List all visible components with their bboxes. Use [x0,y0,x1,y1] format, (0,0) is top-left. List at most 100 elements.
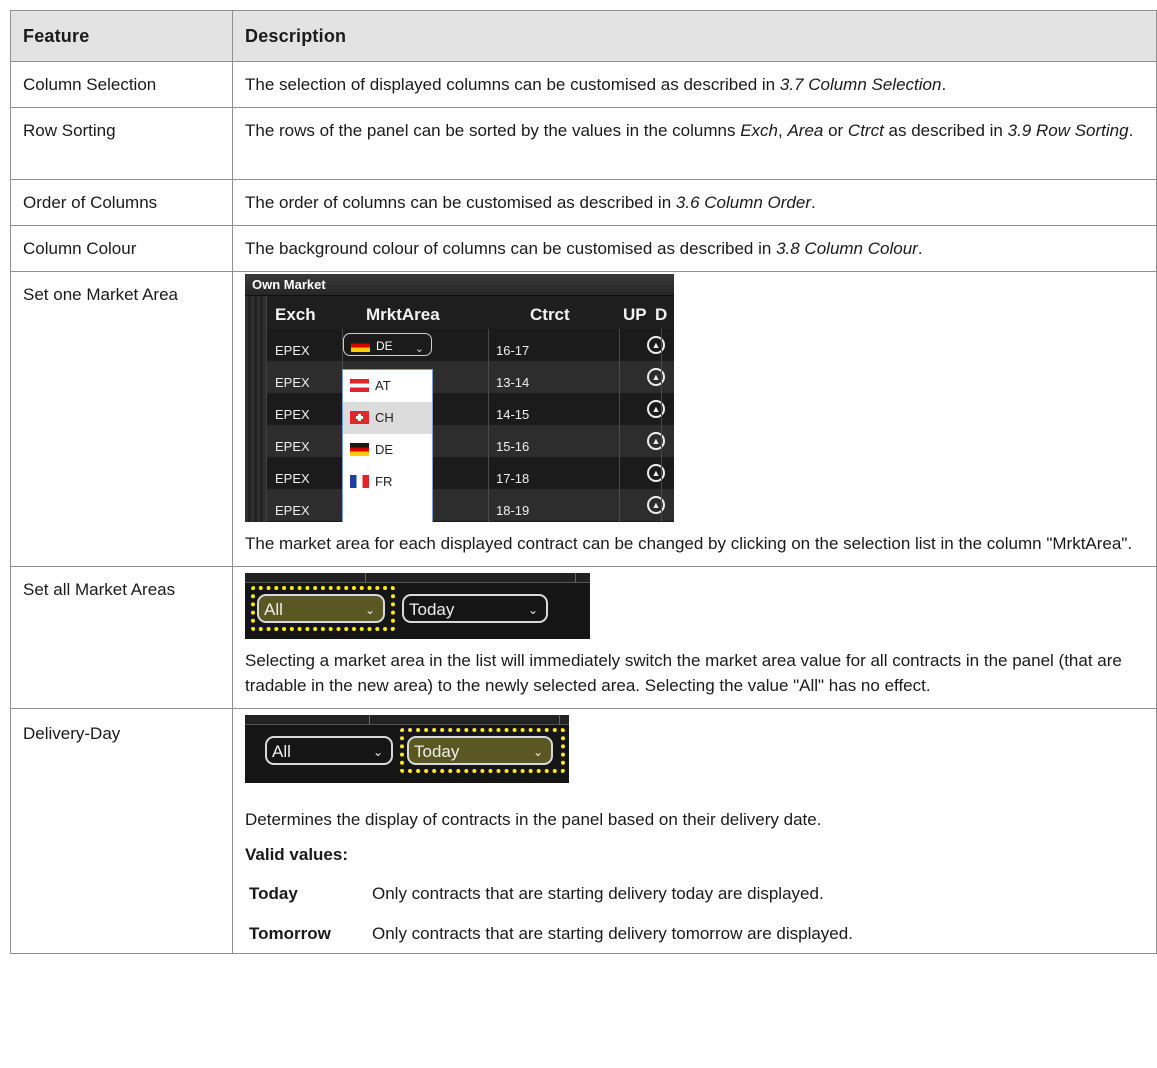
exch-cell: EPEX [275,375,310,390]
column-name: Ctrct [847,121,884,140]
column-header-mrktarea: MrktArea [366,305,440,324]
table-row: Set one Market Area Own Market Exch Mrkt… [10,271,1157,567]
ctrct-cell: 16-17 [496,343,530,358]
ctrct-cell: 15-16 [496,439,530,454]
description-text: The background colour of columns can be … [245,239,777,258]
column-header-ctrct: Ctrct [530,305,570,324]
up-arrow-icon[interactable]: ▲ [647,496,665,514]
column-divider [559,715,560,725]
description-cell: All ⌄ Today ⌄ Determines the display of co… [232,708,1157,954]
exch-cell: EPEX [275,471,310,486]
market-area-select[interactable]: DE ⌄ [343,333,432,356]
exch-cell: EPEX [275,503,310,518]
own-market-screenshot: Own Market Exch MrktArea Ctrct UP D EPEX… [245,274,674,522]
panel-row: EPEX DE⌄ 18-19 ▲ [267,489,674,521]
option-label: FR [375,474,393,489]
column-header-up: UP [623,305,647,324]
dropdown-option-de[interactable]: DE [343,434,432,466]
panel-row: EPEX DE ⌄ 16-17 ▲ [267,329,674,361]
column-divider [369,715,370,725]
exch-cell: EPEX [275,407,310,422]
section-reference-link[interactable]: 3.7 Column Selection [780,75,942,94]
exch-cell: EPEX [275,439,310,454]
filter-bar-screenshot: All ⌄ Today ⌄ [245,573,590,639]
description-cell: The selection of displayed columns can b… [232,61,1157,108]
column-divider [619,329,620,522]
table-row: Set all Market Areas All ⌄ Today ⌄ Selecti… [10,566,1157,709]
value-description: Only contracts that are starting deliver… [372,923,853,943]
description-cell: All ⌄ Today ⌄ Selecting a market area in t… [232,566,1157,709]
description-text: The order of columns can be customised a… [245,193,676,212]
description-text: The rows of the panel can be sorted by t… [245,121,741,140]
up-arrow-icon[interactable]: ▲ [647,464,665,482]
table-row: Delivery-Day All ⌄ Today ⌄ Determines the … [10,708,1157,954]
up-arrow-icon[interactable]: ▲ [647,336,665,354]
feature-header: Feature [10,10,233,62]
select-value: Today [409,600,455,619]
switzerland-flag-icon [350,411,369,425]
column-divider [488,329,489,522]
description-cell: The rows of the panel can be sorted by t… [232,107,1157,180]
description-header: Description [232,10,1157,62]
list-item: Tomorrow Only contracts that are startin… [245,913,1144,953]
highlight-frame [400,728,565,773]
column-divider [575,573,576,583]
section-reference-link[interactable]: 3.8 Column Colour [776,239,918,258]
feature-cell: Row Sorting [10,107,233,180]
panel-side-strip [245,296,267,522]
table-row: Column Selection The selection of displa… [10,61,1157,108]
feature-cell: Set one Market Area [10,271,233,567]
france-flag-icon [350,475,369,489]
ctrct-cell: 17-18 [496,471,530,486]
feature-cell: Set all Market Areas [10,566,233,709]
table-row: Column Colour The background colour of c… [10,225,1157,272]
market-area-filter-select[interactable]: All ⌄ [265,736,393,765]
option-label: DE [375,442,394,457]
up-arrow-icon[interactable]: ▲ [647,400,665,418]
section-reference-link[interactable]: 3.6 Column Order [676,193,811,212]
dropdown-option-fr[interactable]: FR [343,466,432,498]
panel-row: EPEX 13-14 ▲ [267,361,674,393]
description-text: The market area for each displayed contr… [245,534,1133,553]
feature-cell: Delivery-Day [10,708,233,954]
table-row: Row Sorting The rows of the panel can be… [10,107,1157,180]
panel-row: EPEX 17-18 ▲ [267,457,674,489]
chevron-down-icon: ⌄ [527,603,538,617]
column-name: Exch [740,121,778,140]
delivery-day-filter-select[interactable]: Today ⌄ [402,594,548,623]
exch-cell: EPEX [275,343,310,358]
description-text-end: . [941,75,947,94]
option-label: CH [375,410,394,425]
panel-title: Own Market [245,274,674,296]
up-arrow-icon[interactable]: ▲ [647,432,665,450]
column-divider [365,573,366,583]
description-cell: The background colour of columns can be … [232,225,1157,272]
highlight-frame [251,586,395,631]
chevron-down-icon: ⌄ [414,343,424,355]
austria-flag-icon [350,379,369,393]
germany-flag-icon [351,339,370,353]
column-header-d: D [655,305,668,324]
ctrct-cell: 13-14 [496,375,530,390]
description-text: Determines the display of contracts in t… [245,810,822,829]
list-item: Today Only contracts that are starting d… [245,873,1144,913]
value-description: Only contracts that are starting deliver… [372,883,824,903]
panel-row: EPEX 14-15 ▲ [267,393,674,425]
panel-row: EPEX 15-16 ▲ [267,425,674,457]
description-text-end: . [811,193,816,212]
market-area-dropdown-list: AT CH DE FR [342,369,433,522]
description-text: The selection of displayed columns can b… [245,75,780,94]
column-header-exch: Exch [275,305,316,324]
dropdown-option-at[interactable]: AT [343,370,432,402]
dropdown-option-ch[interactable]: CH [343,402,432,434]
up-arrow-icon[interactable]: ▲ [647,368,665,386]
section-reference-link[interactable]: 3.9 Row Sorting [1008,121,1129,140]
market-area-value: DE [376,339,393,353]
description-cell: The order of columns can be customised a… [232,179,1157,226]
column-divider [661,329,662,522]
panel-column-headers: Exch MrktArea Ctrct UP D [267,296,674,329]
feature-table: Feature Description Column Selection The… [10,10,1157,954]
filter-bar-screenshot: All ⌄ Today ⌄ [245,715,569,783]
table-row: Order of Columns The order of columns ca… [10,179,1157,226]
feature-cell: Column Selection [10,61,233,108]
